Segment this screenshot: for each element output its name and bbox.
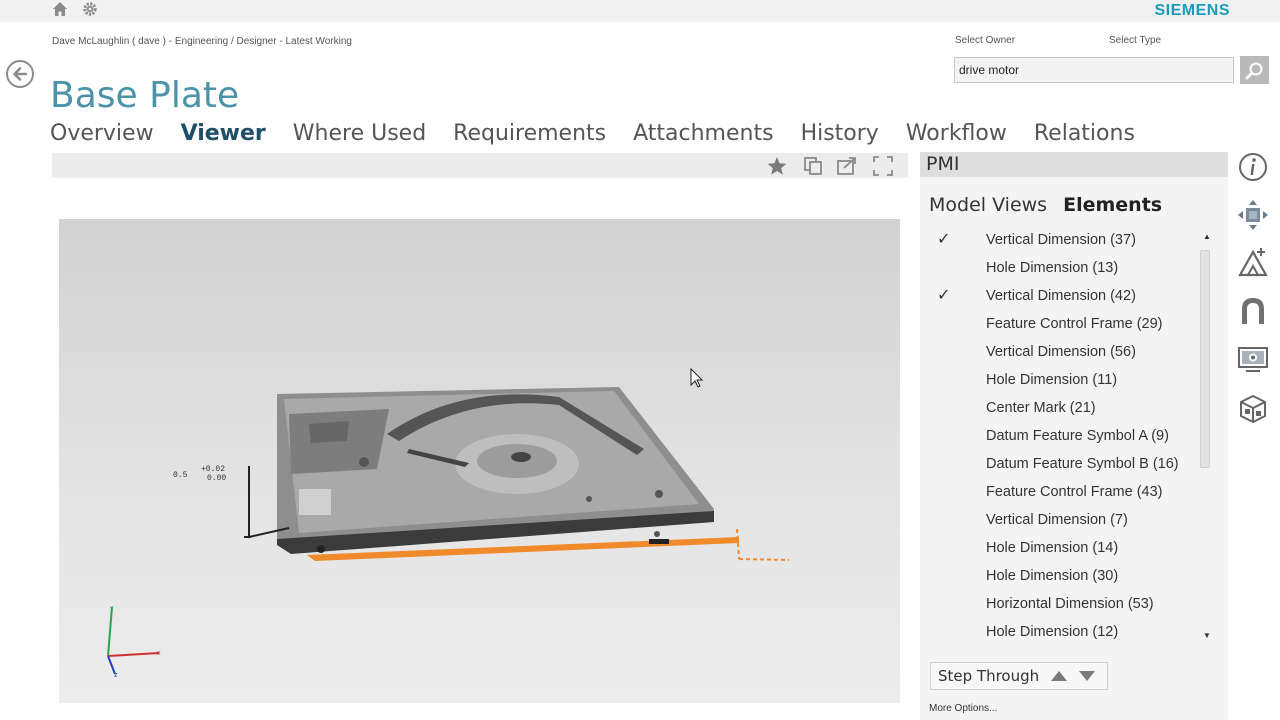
viewer-toolbar <box>52 153 908 178</box>
list-item[interactable]: Vertical Dimension (7) <box>920 506 1205 534</box>
tab-bar: Overview Viewer Where Used Requirements … <box>50 121 1162 146</box>
list-item[interactable]: Hole Dimension (11) <box>920 366 1205 394</box>
back-arrow-icon <box>13 67 28 81</box>
tab-attachments[interactable]: Attachments <box>633 121 773 146</box>
select-owner-label[interactable]: Select Owner <box>955 35 1015 46</box>
list-item-label: Vertical Dimension (56) <box>986 344 1136 360</box>
step-through-control: Step Through <box>930 662 1108 690</box>
dimension-tol-upper: +0.02 <box>201 465 225 474</box>
info-icon[interactable] <box>1236 150 1270 184</box>
scroll-down-arrow-icon[interactable]: ▼ <box>1203 631 1211 640</box>
pmi-element-list: ✓ Vertical Dimension (37) Hole Dimension … <box>920 226 1205 646</box>
list-item-label: Hole Dimension (14) <box>986 540 1119 556</box>
step-through-label: Step Through <box>938 667 1040 685</box>
tab-workflow[interactable]: Workflow <box>906 121 1007 146</box>
dimension-value: 0.5 <box>173 471 188 480</box>
top-bar: SIEMENS <box>0 0 1280 22</box>
more-options-link[interactable]: More Options... <box>929 703 997 714</box>
list-item[interactable]: ✓ Vertical Dimension (37) <box>920 226 1205 254</box>
measure-icon[interactable] <box>1236 246 1270 280</box>
list-item-label: Datum Feature Symbol A (9) <box>986 428 1169 444</box>
step-up-button[interactable] <box>1049 669 1069 688</box>
tab-overview[interactable]: Overview <box>50 121 154 146</box>
star-icon[interactable] <box>766 155 788 177</box>
breadcrumb: Dave McLaughlin ( dave ) - Engineering /… <box>52 36 352 47</box>
tab-viewer[interactable]: Viewer <box>181 121 266 146</box>
fullscreen-icon[interactable] <box>872 155 894 177</box>
list-item[interactable]: Vertical Dimension (56) <box>920 338 1205 366</box>
back-button[interactable] <box>6 60 34 88</box>
list-item-label: Vertical Dimension (37) <box>986 232 1136 248</box>
checkmark-icon: ✓ <box>937 287 951 304</box>
tab-relations[interactable]: Relations <box>1034 121 1135 146</box>
page-title: Base Plate <box>50 75 240 117</box>
gear-icon[interactable] <box>82 1 98 22</box>
list-item[interactable]: Hole Dimension (14) <box>920 534 1205 562</box>
pmi-subtabs: Model Views Elements <box>929 194 1172 216</box>
list-item-label: Feature Control Frame (29) <box>986 316 1163 332</box>
triangle-up-icon <box>1051 671 1067 681</box>
pmi-panel: PMI Model Views Elements ✓ Vertical Dimen… <box>920 152 1228 720</box>
section-icon[interactable] <box>1236 294 1270 328</box>
list-item[interactable]: Feature Control Frame (43) <box>920 478 1205 506</box>
list-item-label: Hole Dimension (12) <box>986 624 1119 640</box>
checkmark-icon: ✓ <box>937 231 951 248</box>
search-input[interactable] <box>954 57 1234 83</box>
list-item[interactable]: Center Mark (21) <box>920 394 1205 422</box>
share-icon[interactable] <box>836 155 858 177</box>
list-item-label: Vertical Dimension (42) <box>986 288 1136 304</box>
pmi-header: PMI <box>920 152 1228 177</box>
list-item-label: Feature Control Frame (43) <box>986 484 1163 500</box>
axis-triad: y x z <box>107 605 161 679</box>
list-item-label: Hole Dimension (13) <box>986 260 1119 276</box>
list-item[interactable]: Horizontal Dimension (53) <box>920 590 1205 618</box>
list-item-label: Horizontal Dimension (53) <box>986 596 1154 612</box>
hard-drive-model[interactable]: 0.5 +0.02 0.00 y x z <box>59 219 900 703</box>
tab-where-used[interactable]: Where Used <box>293 121 426 146</box>
list-item-label: Datum Feature Symbol B (16) <box>986 456 1179 472</box>
brand-logo: SIEMENS <box>1154 2 1230 19</box>
list-item[interactable]: Hole Dimension (30) <box>920 562 1205 590</box>
list-item[interactable]: Datum Feature Symbol B (16) <box>920 450 1205 478</box>
tab-requirements[interactable]: Requirements <box>453 121 606 146</box>
axis-z-label: z <box>114 672 118 679</box>
list-item-label: Vertical Dimension (7) <box>986 512 1128 528</box>
list-item-label: Hole Dimension (30) <box>986 568 1119 584</box>
snapshot-icon[interactable] <box>1236 342 1270 376</box>
list-item-label: Hole Dimension (11) <box>986 372 1118 388</box>
list-item[interactable]: Hole Dimension (12) <box>920 618 1205 646</box>
triangle-down-icon <box>1079 671 1095 681</box>
tab-history[interactable]: History <box>801 121 879 146</box>
list-item[interactable]: Hole Dimension (13) <box>920 254 1205 282</box>
scroll-up-arrow-icon[interactable]: ▲ <box>1203 232 1211 241</box>
subtab-elements[interactable]: Elements <box>1063 194 1162 216</box>
subtab-model-views[interactable]: Model Views <box>929 194 1047 216</box>
search-icon <box>1245 62 1263 80</box>
list-item[interactable]: Datum Feature Symbol A (9) <box>920 422 1205 450</box>
list-scrollbar[interactable] <box>1200 250 1210 468</box>
home-icon[interactable] <box>52 1 68 22</box>
list-item-label: Center Mark (21) <box>986 400 1096 416</box>
list-item[interactable]: Feature Control Frame (29) <box>920 310 1205 338</box>
model-viewport[interactable]: 0.5 +0.02 0.00 y x z <box>59 219 900 703</box>
copy-icon[interactable] <box>802 155 824 177</box>
dimension-tol-lower: 0.00 <box>207 474 226 483</box>
axis-y-label: y <box>110 605 114 612</box>
search-button[interactable] <box>1240 56 1269 84</box>
axis-x-label: x <box>157 650 161 657</box>
step-down-button[interactable] <box>1077 669 1097 688</box>
select-type-label[interactable]: Select Type <box>1109 35 1161 46</box>
move-icon[interactable] <box>1236 198 1270 232</box>
model-icon[interactable] <box>1236 392 1270 426</box>
list-item[interactable]: ✓ Vertical Dimension (42) <box>920 282 1205 310</box>
mouse-cursor-icon <box>690 367 704 388</box>
